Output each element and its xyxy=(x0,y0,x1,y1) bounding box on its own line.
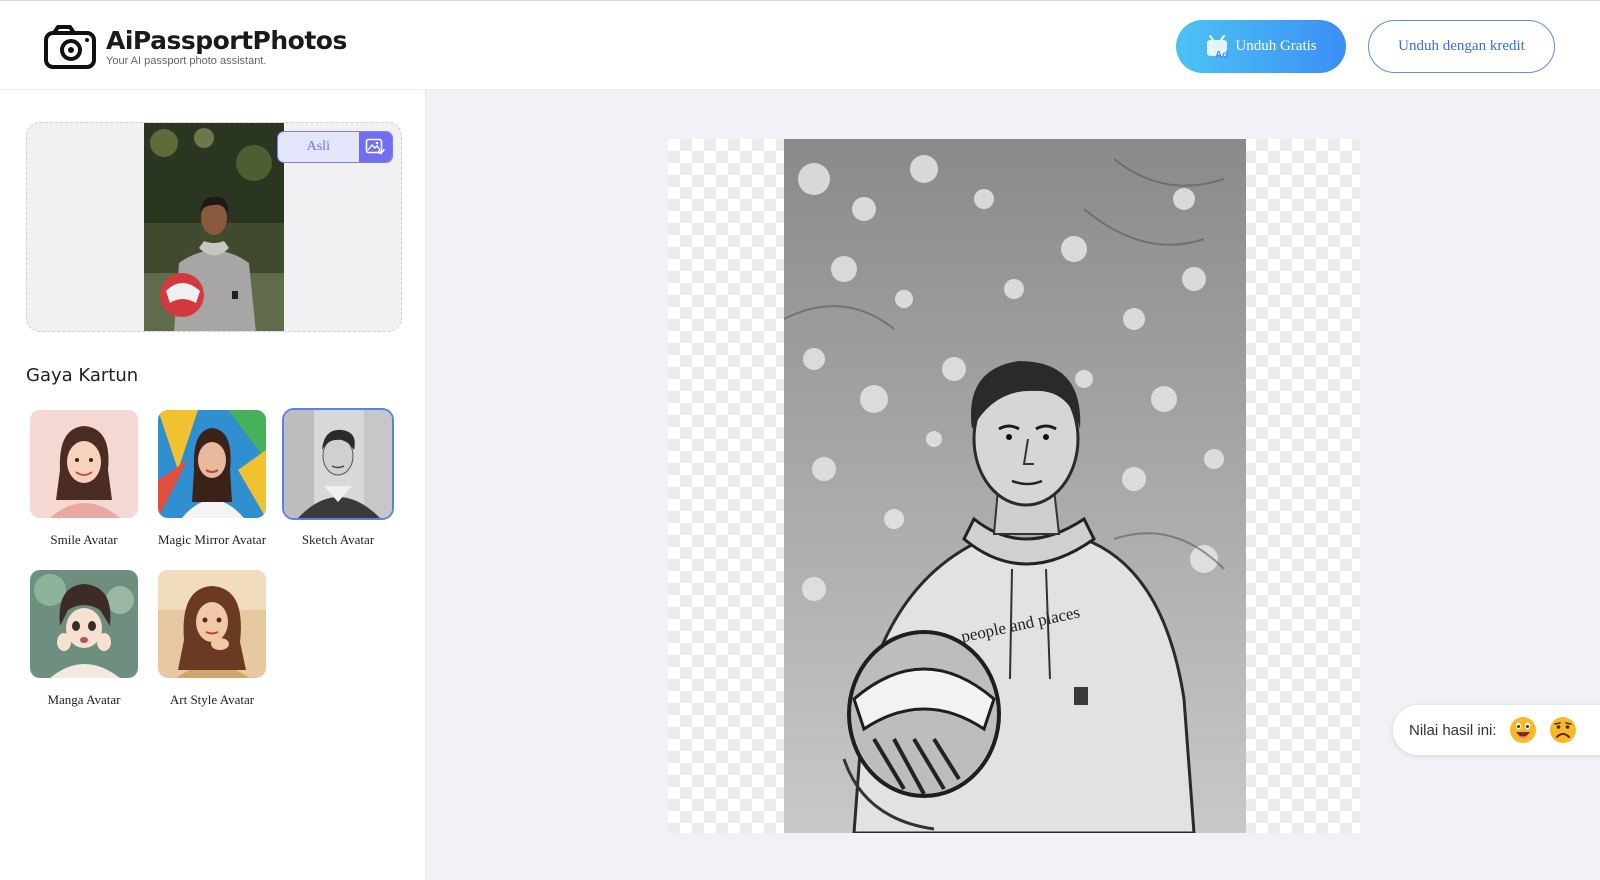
style-card-art-style-avatar[interactable]: Art Style Avatar xyxy=(155,568,269,708)
image-compare-icon[interactable] xyxy=(358,132,392,162)
transparent-canvas: people and places xyxy=(668,139,1360,833)
style-thumb xyxy=(156,408,268,520)
style-thumb xyxy=(28,568,140,680)
original-toggle-label: Asli xyxy=(278,132,359,162)
app-title: AiPassportPhotos xyxy=(106,26,347,55)
main-preview-area: people and places xyxy=(426,90,1600,880)
credit-download-button[interactable]: Unduh dengan kredit xyxy=(1368,20,1555,73)
rating-widget: Nilai hasil ini: xyxy=(1393,705,1600,755)
original-photo-preview: Asli xyxy=(26,122,402,332)
style-label: Art Style Avatar xyxy=(169,692,255,707)
style-label: Magic Mirror Avatar xyxy=(157,532,267,547)
ad-tv-icon: Ad xyxy=(1207,34,1229,60)
happy-emoji-icon[interactable] xyxy=(1509,716,1537,744)
style-card-sketch-avatar[interactable]: Sketch Avatar xyxy=(281,408,395,548)
original-photo xyxy=(144,123,284,331)
sidebar: Asli Gaya Kartun Smile Avatar Magic Mirr… xyxy=(0,90,426,880)
free-download-button[interactable]: Ad Unduh Gratis xyxy=(1176,20,1346,73)
svg-text:Ad: Ad xyxy=(1215,50,1228,60)
style-label: Sketch Avatar xyxy=(301,532,375,547)
sketch-result-photo: people and places xyxy=(784,139,1246,833)
header: AiPassportPhotos Your AI passport photo … xyxy=(0,0,1600,90)
style-label: Smile Avatar xyxy=(50,532,118,547)
style-thumb xyxy=(156,568,268,680)
style-card-magic-mirror-avatar[interactable]: Magic Mirror Avatar xyxy=(155,408,269,548)
camera-logo-icon xyxy=(44,25,96,69)
section-title-cartoon-style: Gaya Kartun xyxy=(26,365,139,386)
style-label: Manga Avatar xyxy=(47,692,121,707)
style-thumb xyxy=(282,408,394,520)
original-toggle[interactable]: Asli xyxy=(277,131,393,163)
sad-emoji-icon[interactable] xyxy=(1549,716,1577,744)
logo[interactable]: AiPassportPhotos Your AI passport photo … xyxy=(44,25,347,69)
style-card-smile-avatar[interactable]: Smile Avatar xyxy=(27,408,141,548)
style-card-manga-avatar[interactable]: Manga Avatar xyxy=(27,568,141,708)
style-thumb xyxy=(28,408,140,520)
rating-label: Nilai hasil ini: xyxy=(1409,721,1497,739)
free-download-label: Unduh Gratis xyxy=(1235,38,1317,54)
app-subtitle: Your AI passport photo assistant. xyxy=(106,55,267,67)
